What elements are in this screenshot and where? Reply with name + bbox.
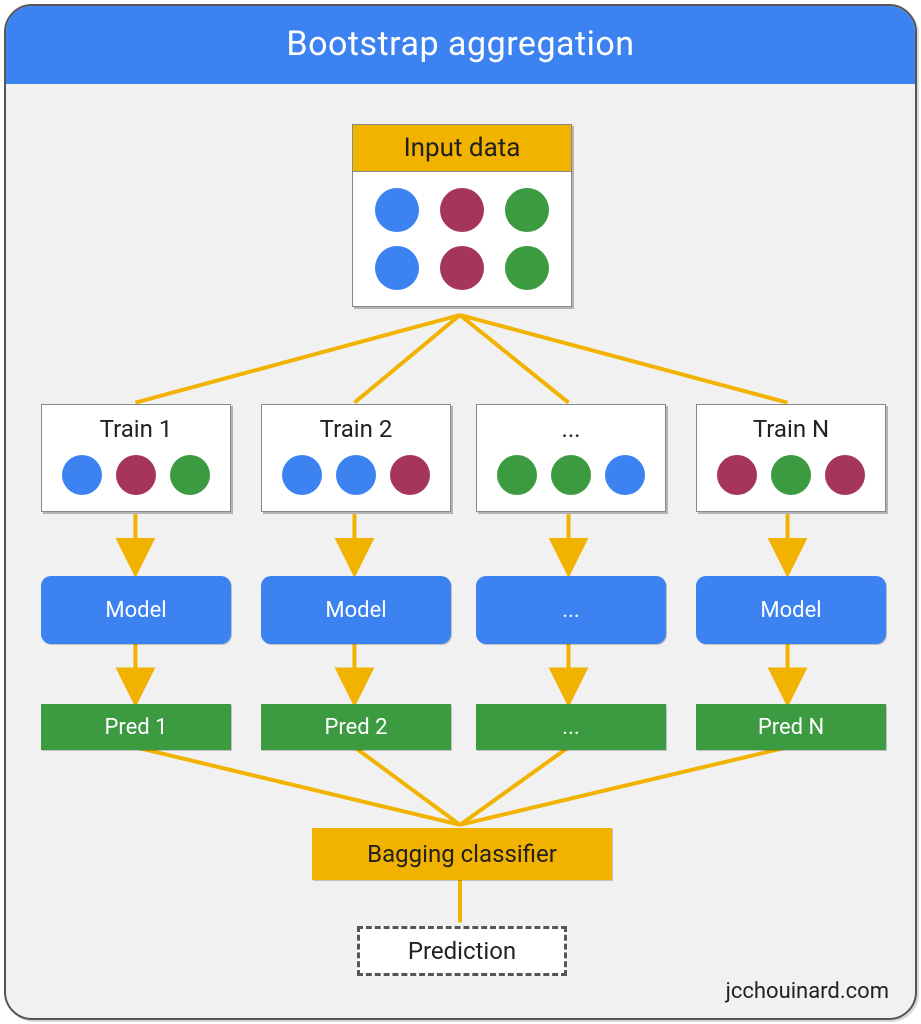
input-data-dots (353, 172, 571, 306)
pred-box: Pred N (696, 704, 886, 750)
model-label: Model (325, 598, 386, 623)
title-bar: Bootstrap aggregation (6, 6, 915, 84)
prediction-label: Prediction (408, 937, 516, 965)
bagging-classifier-box: Bagging classifier (312, 828, 612, 880)
data-point-icon (375, 188, 419, 232)
data-point-icon (717, 455, 757, 495)
data-point-icon (551, 455, 591, 495)
data-point-icon (505, 188, 549, 232)
data-point-icon (605, 455, 645, 495)
pred-label: Pred 2 (324, 715, 387, 740)
data-point-icon (375, 246, 419, 290)
data-point-icon (505, 246, 549, 290)
train-label: ... (477, 405, 665, 447)
pred-label: Pred N (758, 715, 824, 740)
train-box: Train N (696, 404, 886, 512)
data-point-icon (62, 455, 102, 495)
pred-box: ... (476, 704, 666, 750)
pred-box: Pred 1 (41, 704, 231, 750)
bagging-label: Bagging classifier (367, 840, 557, 868)
model-box: Model (696, 576, 886, 644)
train-dots (262, 447, 450, 511)
data-point-icon (170, 455, 210, 495)
diagram-canvas: Input data Train 1 Model Pred 1 (6, 84, 915, 1020)
data-point-icon (390, 455, 430, 495)
credit-text: jcchouinard.com (726, 979, 889, 1004)
pred-label: ... (562, 715, 579, 740)
data-point-icon (771, 455, 811, 495)
diagram-title: Bootstrap aggregation (286, 24, 634, 64)
train-box: ... (476, 404, 666, 512)
diagram-frame: Bootstrap aggregation (4, 4, 917, 1020)
train-label: Train 2 (262, 405, 450, 447)
train-dots (697, 447, 885, 511)
prediction-box: Prediction (357, 926, 567, 976)
data-point-icon (440, 188, 484, 232)
model-label: ... (562, 598, 579, 623)
model-label: Model (760, 598, 821, 623)
input-data-header: Input data (353, 125, 571, 172)
data-point-icon (282, 455, 322, 495)
pred-label: Pred 1 (104, 715, 167, 740)
data-point-icon (116, 455, 156, 495)
input-data-box: Input data (352, 124, 572, 307)
model-box: Model (41, 576, 231, 644)
pred-box: Pred 2 (261, 704, 451, 750)
data-point-icon (497, 455, 537, 495)
data-point-icon (336, 455, 376, 495)
train-label: Train 1 (42, 405, 230, 447)
model-box: ... (476, 576, 666, 644)
train-label: Train N (697, 405, 885, 447)
model-label: Model (105, 598, 166, 623)
data-point-icon (825, 455, 865, 495)
train-dots (477, 447, 665, 511)
train-box: Train 2 (261, 404, 451, 512)
data-point-icon (440, 246, 484, 290)
train-dots (42, 447, 230, 511)
model-box: Model (261, 576, 451, 644)
train-box: Train 1 (41, 404, 231, 512)
